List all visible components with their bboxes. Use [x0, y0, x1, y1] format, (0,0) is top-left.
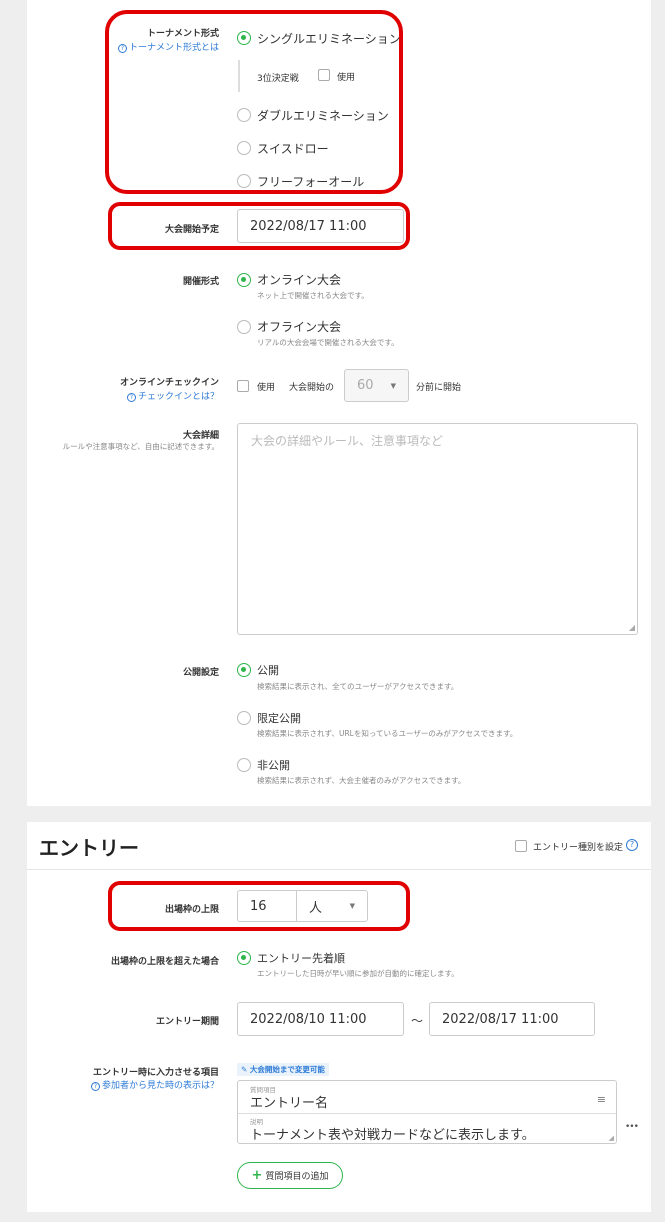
period-separator: ～: [411, 1014, 424, 1028]
first-come-desc: エントリーした日時が早い順に参加が自動的に確定します。: [257, 969, 459, 978]
question-desc-value[interactable]: トーナメント表や対戦カードなどに表示します。: [250, 1124, 535, 1143]
period-label: エントリー期間: [155, 1017, 219, 1027]
entry-section-title: エントリー: [39, 836, 139, 860]
private-label: 非公開: [257, 759, 290, 772]
radio-online[interactable]: [237, 273, 251, 287]
limited-desc: 検索結果に表示されず、URLを知っているユーザーのみがアクセスできます。: [257, 729, 518, 738]
question-divider: [238, 1113, 616, 1114]
checkin-checkbox[interactable]: [237, 380, 249, 392]
radio-private[interactable]: [237, 758, 251, 772]
first-come-label: エントリー先着順: [257, 952, 345, 965]
highlight-start-time: [108, 202, 410, 250]
fields-help-text: 参加者から見た時の表示は？: [101, 1081, 219, 1091]
pencil-icon: ✎: [241, 1065, 250, 1074]
offline-label: オフライン大会: [257, 320, 342, 334]
online-desc: ネット上で開催される大会です。: [257, 291, 369, 300]
checkin-help-link[interactable]: ? チェックインとは？: [126, 389, 219, 402]
editable-badge: ✎ 大会開始まで変更可能: [237, 1063, 329, 1076]
online-label: オンライン大会: [257, 273, 342, 287]
details-placeholder: 大会の詳細やルール、注意事項など: [251, 434, 444, 448]
radio-limited[interactable]: [237, 711, 251, 725]
public-desc: 検索結果に表示され、全てのユーザーがアクセスできます。: [257, 682, 459, 691]
checkin-after-label: 分前に開始: [416, 383, 462, 393]
checkin-use-label: 使用: [257, 383, 276, 393]
checkin-minutes-select[interactable]: 60 ▼: [344, 369, 409, 402]
resize-handle-icon[interactable]: ◢: [609, 1134, 614, 1142]
add-question-label: 質問項目の追加: [265, 1172, 329, 1182]
details-label: 大会詳細: [182, 431, 219, 441]
highlight-capacity: [108, 881, 410, 931]
offline-desc: リアルの大会会場で開催される大会です。: [257, 338, 399, 347]
entry-type-help-icon[interactable]: ?: [626, 839, 638, 851]
entry-type-label: エントリー種別を設定: [533, 843, 624, 853]
more-options-icon[interactable]: •••: [625, 1122, 639, 1132]
entry-header-divider: [27, 869, 651, 870]
highlight-format: [105, 10, 403, 194]
public-label: 公開: [257, 664, 279, 677]
private-desc: 検索結果に表示されず、大会主催者のみがアクセスできます。: [257, 776, 466, 785]
checkin-help-text: チェックインとは？: [137, 392, 219, 402]
checkin-before-label: 大会開始の: [289, 383, 335, 393]
details-textarea[interactable]: 大会の詳細やルール、注意事項など ◢: [237, 423, 638, 635]
radio-first-come[interactable]: [237, 951, 251, 965]
question-icon: ?: [126, 393, 136, 402]
question-item-box: 質問項目 エントリー名 ≡ 説明 トーナメント表や対戦カードなどに表示します。 …: [237, 1080, 617, 1144]
tournament-settings-card: トーナメント形式 ? トーナメント形式とは シングルエリミネーション 3位決定戦 …: [27, 0, 651, 806]
checkin-label: オンラインチェックイン: [119, 378, 219, 388]
checkin-minutes-value: 60: [357, 378, 374, 393]
entry-type-checkbox[interactable]: [515, 840, 527, 852]
limited-label: 限定公開: [257, 712, 301, 725]
add-question-button[interactable]: + 質問項目の追加: [237, 1162, 343, 1189]
question-item-value[interactable]: エントリー名: [250, 1092, 328, 1111]
fields-help-link[interactable]: ? 参加者から見た時の表示は？: [90, 1078, 219, 1091]
overflow-label: 出場枠の上限を超えた場合: [110, 957, 219, 967]
period-start-input[interactable]: 2022/08/10 11:00: [237, 1002, 404, 1036]
period-end-input[interactable]: 2022/08/17 11:00: [429, 1002, 595, 1036]
event-mode-label: 開催形式: [182, 277, 219, 287]
radio-offline[interactable]: [237, 320, 251, 334]
radio-public[interactable]: [237, 663, 251, 677]
question-icon: ?: [90, 1082, 100, 1091]
editable-badge-text: 大会開始まで変更可能: [249, 1065, 325, 1074]
resize-handle-icon[interactable]: ◢: [629, 623, 635, 632]
visibility-label: 公開設定: [182, 668, 219, 678]
entry-settings-card: エントリー エントリー種別を設定 ? 出場枠の上限 16 人 ▼ 出場枠の上限を…: [27, 822, 651, 1212]
fields-label: エントリー時に入力させる項目: [92, 1068, 219, 1078]
chevron-down-icon: ▼: [390, 381, 396, 390]
plus-icon: +: [251, 1168, 263, 1183]
details-sublabel: ルールや注意事項など、自由に記述できます。: [62, 442, 219, 451]
drag-handle-icon[interactable]: ≡: [597, 1093, 606, 1106]
